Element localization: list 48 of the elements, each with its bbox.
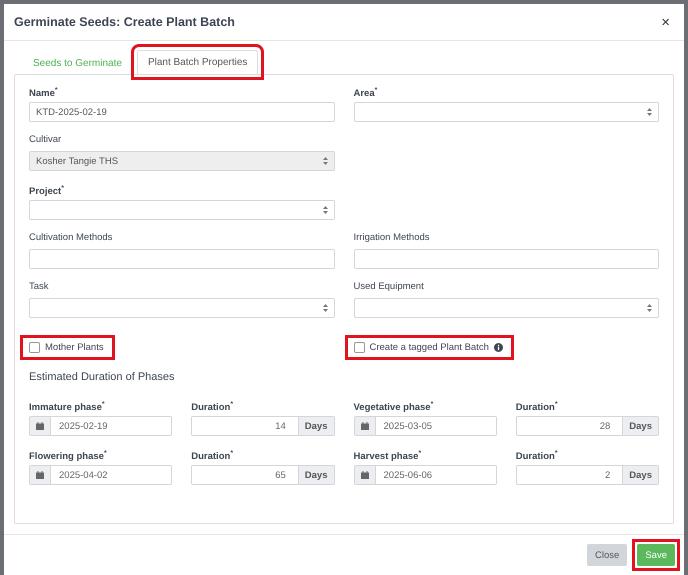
date-field[interactable]: 2025-04-02 — [29, 465, 172, 485]
calendar-icon — [360, 471, 368, 479]
field-label: Duration$^{*}$ — [516, 449, 559, 460]
field-label: Project$^{*}$ — [29, 184, 65, 195]
select-field[interactable] — [354, 102, 659, 122]
field-label: Cultivation Methods — [29, 232, 114, 244]
checkbox[interactable] — [29, 342, 40, 353]
date-field[interactable]: 2025-03-05 — [354, 416, 497, 436]
field-label: Harvest phase$^{*}$ — [354, 449, 422, 460]
duration-field[interactable]: 2 Days — [516, 465, 659, 485]
field-label: Immature phase$^{*}$ — [29, 400, 106, 411]
checkbox-label: Create a tagged Plant Batch — [370, 342, 489, 353]
select-caret-icon — [322, 304, 328, 312]
duration-field[interactable]: 65 Days — [191, 465, 334, 485]
select-field[interactable] — [354, 298, 659, 318]
date-field[interactable]: 2025-06-06 — [354, 465, 497, 485]
close-button[interactable]: Close — [587, 544, 628, 566]
select-caret-icon — [647, 304, 652, 312]
field-label: Vegetative phase$^{*}$ — [354, 400, 434, 411]
close-button[interactable]: × — [659, 14, 672, 30]
select-caret-icon — [647, 108, 652, 116]
calendar-icon — [36, 471, 44, 479]
checkbox[interactable] — [354, 342, 364, 353]
field-label: Duration$^{*}$ — [191, 449, 234, 460]
calendar-icon — [36, 422, 44, 430]
dialog-title: Germinate Seeds: Create Plant Batch — [14, 15, 235, 29]
field-label: Task — [29, 281, 50, 293]
field-label: Irrigation Methods — [354, 232, 431, 244]
field-label: Flowering phase$^{*}$ — [29, 449, 108, 460]
select-caret-icon — [322, 157, 328, 165]
section-heading: Estimated Duration of Phases — [29, 371, 176, 383]
select-field[interactable] — [29, 200, 334, 220]
input-field[interactable] — [29, 249, 334, 269]
field-label: Duration$^{*}$ — [191, 400, 234, 411]
input-field[interactable]: KTD-2025-02-19 — [29, 102, 334, 122]
duration-field[interactable]: 14 Days — [191, 416, 334, 436]
field-label: Used Equipment — [354, 281, 425, 293]
field-label: Duration$^{*}$ — [516, 400, 559, 411]
field-label: Name$^{*}$ — [29, 86, 59, 97]
select-caret-icon — [322, 206, 328, 214]
select-field[interactable] — [29, 298, 334, 318]
field-label: Cultivar — [29, 134, 62, 146]
date-field[interactable]: 2025-02-19 — [29, 416, 172, 436]
field-label: Area$^{*}$ — [354, 86, 378, 97]
duration-field[interactable]: 28 Days — [516, 416, 659, 436]
calendar-icon — [360, 422, 368, 430]
checkbox-label: Mother Plants — [45, 342, 104, 353]
input-field[interactable] — [354, 249, 659, 269]
